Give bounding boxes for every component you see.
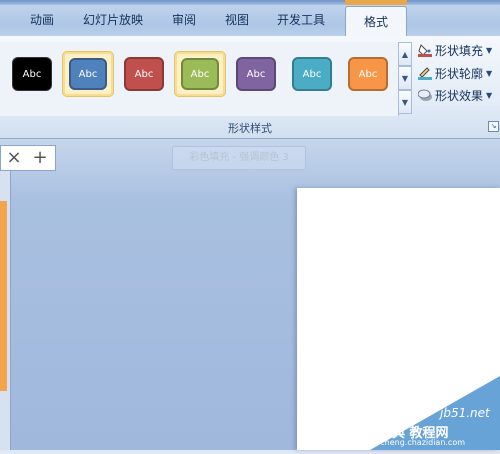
ribbon-tab-bar: 动画 幻灯片放映 审阅 视图 开发工具 格式 (0, 0, 500, 36)
tab-slideshow[interactable]: 幻灯片放映 (83, 11, 143, 28)
shape-effects-button[interactable]: 形状效果 ▼ (417, 85, 493, 105)
tab-developer[interactable]: 开发工具 (277, 11, 325, 28)
dialog-launcher-icon[interactable]: ↘ (488, 121, 499, 132)
style-swatch-green[interactable]: Abc (174, 51, 226, 97)
gallery-scrollbar: ▲ ▼ ▼ (398, 42, 412, 116)
chevron-down-icon: ▼ (486, 90, 493, 100)
pencil-icon (418, 66, 432, 80)
style-swatch-label: Abc (292, 57, 332, 91)
shape-fill-button[interactable]: 形状填充 ▼ (418, 40, 492, 60)
style-swatch-label: Abc (69, 58, 107, 90)
style-swatch-purple[interactable]: Abc (231, 52, 281, 96)
chevron-down-icon: ▼ (486, 45, 493, 55)
watermark-site: jb51.net (440, 406, 490, 420)
close-icon[interactable]: × (2, 148, 26, 168)
shape-fill-label: 形状填充 (435, 43, 484, 58)
shape-style-gallery: Abc Abc Abc Abc Abc Abc Abc (0, 42, 399, 116)
group-label-shape-styles: 形状样式 (228, 122, 272, 135)
tab-format[interactable]: 格式 (345, 6, 407, 36)
style-swatch-label: Abc (12, 57, 52, 91)
style-swatch-label: Abc (124, 57, 164, 91)
style-tooltip: 彩色填充 - 强调颜色 3 (172, 146, 306, 170)
gallery-more-button[interactable]: ▼ (398, 90, 412, 114)
gallery-scroll-up-button[interactable]: ▲ (398, 42, 412, 66)
tab-review[interactable]: 审阅 (172, 11, 196, 28)
watermark: jb51.net 查字典 教程网 jiaocheng.chazidian.com (360, 376, 500, 450)
tab-animation[interactable]: 动画 (30, 11, 54, 28)
style-swatch-orange[interactable]: Abc (343, 52, 393, 96)
style-swatch-red[interactable]: Abc (119, 52, 169, 96)
shape-effects-label: 形状效果 (435, 88, 484, 103)
panel-tab-strip: × + (0, 145, 56, 171)
style-swatch-blue[interactable]: Abc (62, 51, 114, 97)
shape-outline-label: 形状轮廓 (435, 66, 484, 81)
add-icon[interactable]: + (28, 148, 52, 168)
style-swatch-label: Abc (181, 58, 219, 90)
tab-view[interactable]: 视图 (225, 11, 249, 28)
style-swatch-label: Abc (236, 57, 276, 91)
ribbon-panel: Abc Abc Abc Abc Abc Abc Abc ▲ ▼ ▼ 形状填充 ▼ (0, 36, 500, 139)
style-swatch-label: Abc (348, 57, 388, 91)
style-swatch-black[interactable]: Abc (7, 52, 57, 96)
tab-format-label: 格式 (363, 15, 388, 29)
slide-thumbnail-panel[interactable] (0, 171, 11, 450)
watermark-url: jiaocheng.chazidian.com (366, 438, 466, 447)
chevron-down-icon: ▼ (486, 68, 493, 78)
gallery-scroll-down-button[interactable]: ▼ (398, 66, 412, 90)
style-swatch-aqua[interactable]: Abc (287, 52, 337, 96)
shape-outline-button[interactable]: 形状轮廓 ▼ (418, 63, 492, 83)
shape-effects-icon (417, 88, 432, 102)
paint-bucket-icon (418, 43, 432, 57)
